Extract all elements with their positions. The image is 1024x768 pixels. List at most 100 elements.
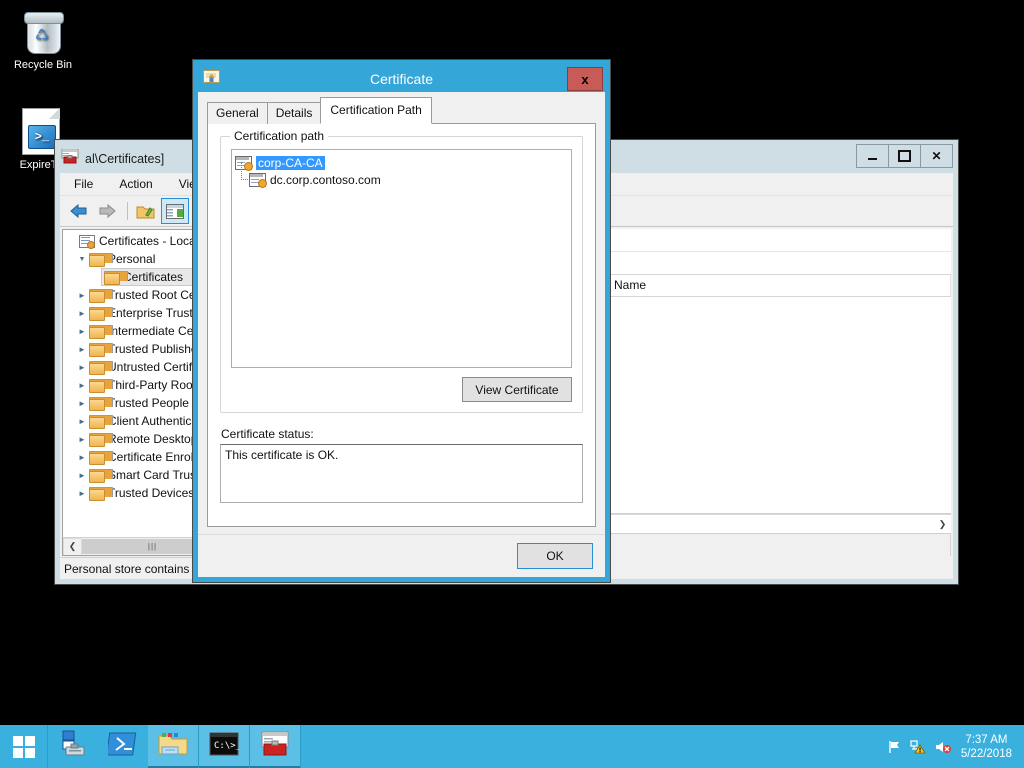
tree-expander[interactable]: ► (75, 363, 89, 372)
folder-icon (104, 271, 119, 283)
path-node-label: corp-CA-CA (256, 156, 325, 170)
tab-certification-path[interactable]: Certification Path (320, 97, 431, 124)
server-manager-icon (58, 730, 88, 763)
toolbar-separator (127, 202, 128, 220)
menu-file[interactable]: File (70, 175, 97, 193)
tree-expander[interactable]: ► (75, 417, 89, 426)
close-icon[interactable]: x (567, 67, 603, 91)
system-tray: 7:37 AM 5/22/2018 (883, 725, 1024, 768)
certificate-icon (203, 70, 220, 90)
speaker-muted-icon[interactable] (931, 739, 955, 755)
certification-path-tab-page: Certification path corp-CA-CA (207, 123, 596, 527)
tree-expander[interactable]: ► (75, 471, 89, 480)
scroll-left-arrow[interactable]: ❮ (63, 538, 82, 556)
folder-icon (89, 379, 104, 391)
tab-general[interactable]: General (207, 102, 268, 124)
tree-expander[interactable]: ► (75, 345, 89, 354)
network-warning-icon[interactable] (907, 739, 931, 755)
folder-explorer-icon (157, 731, 189, 763)
mmc-minimize-button[interactable] (856, 144, 889, 168)
folder-icon (89, 451, 104, 463)
tree-item-label: Certificate Enrollm (108, 450, 206, 464)
dialog-footer: OK (198, 534, 605, 577)
tree-item-label: Smart Card Trust (108, 468, 199, 482)
path-node-root[interactable]: corp-CA-CA (235, 154, 568, 171)
mmc-console-icon (61, 149, 79, 170)
certification-path-group: Certification path corp-CA-CA (220, 136, 583, 413)
powershell-icon (108, 731, 138, 762)
tree-item-label: Trusted Root Cer (108, 288, 200, 302)
folder-icon (89, 307, 104, 319)
windows-logo-icon (13, 736, 35, 758)
tree-expander[interactable]: ► (75, 327, 89, 336)
taskbar-powershell[interactable] (98, 725, 148, 768)
mmc-maximize-button[interactable] (888, 144, 921, 168)
tree-item-label: Trusted People (108, 396, 189, 410)
tree-item-label: Intermediate Cer (108, 324, 197, 338)
tab-details[interactable]: Details (267, 102, 322, 124)
tree-item-label: Client Authentica (108, 414, 198, 428)
tree-expander[interactable]: ► (75, 291, 89, 300)
taskbar-server-manager[interactable] (48, 725, 98, 768)
tree-item-label: Untrusted Certifi (108, 360, 195, 374)
desktop-icon-label: Recycle Bin (4, 59, 82, 72)
dialog-tab-strip: General Details Certification Path (207, 102, 596, 124)
clock-date: 5/22/2018 (961, 747, 1012, 761)
taskbar-mmc-console[interactable] (250, 725, 301, 768)
menu-action[interactable]: Action (115, 175, 156, 193)
recycle-bin-icon: ♺ (4, 8, 82, 56)
desktop: ♺ Recycle Bin >_ ExpireTe (0, 0, 1024, 768)
taskbar-file-explorer[interactable] (148, 725, 199, 768)
tree-item-label: Trusted Devices (108, 486, 194, 500)
ok-button[interactable]: OK (517, 543, 593, 569)
tree-expander[interactable]: ► (75, 453, 89, 462)
list-scroll-right-arrow[interactable]: ❯ (934, 515, 951, 533)
folder-icon (89, 469, 104, 481)
dialog-title-bar[interactable]: Certificate x (198, 65, 605, 92)
command-prompt-icon: C:\>_ (209, 732, 239, 762)
folder-icon (89, 325, 104, 337)
back-arrow-icon[interactable] (66, 199, 92, 223)
start-button[interactable] (0, 725, 48, 768)
tree-item-label: Third-Party Root (108, 378, 196, 392)
show-tree-icon[interactable] (161, 198, 189, 224)
certificate-status-text: This certificate is OK. (225, 448, 338, 462)
tree-expander[interactable]: ► (75, 399, 89, 408)
tree-expander[interactable]: ► (75, 381, 89, 390)
tree-item-label: Remote Desktop (108, 432, 197, 446)
certificate-status-label: Certificate status: (221, 427, 583, 441)
tree-expander[interactable]: ► (75, 309, 89, 318)
folder-up-icon[interactable] (133, 199, 159, 223)
tree-expander[interactable]: ► (75, 435, 89, 444)
tree-expander-expanded[interactable]: ▼ (75, 256, 89, 263)
folder-icon (89, 397, 104, 409)
cell-friendly-name: <None> (562, 297, 951, 317)
tree-expander[interactable]: ► (75, 489, 89, 498)
taskbar-command-prompt[interactable]: C:\>_ (199, 725, 250, 768)
folder-icon (89, 253, 104, 265)
folder-icon (89, 487, 104, 499)
cert-store-icon (79, 235, 95, 248)
tree-item-label: Trusted Publisher (108, 342, 202, 356)
flag-icon[interactable] (883, 739, 907, 755)
folder-icon (89, 433, 104, 445)
taskbar: C:\>_ (0, 725, 1024, 768)
column-header-friendly-name[interactable]: Friendly Name (562, 275, 951, 296)
tree-item-label: Personal (108, 252, 155, 266)
clock[interactable]: 7:37 AM 5/22/2018 (955, 733, 1016, 761)
path-node-label: dc.corp.contoso.com (270, 173, 381, 187)
mmc-window-buttons: ✕ (857, 144, 953, 168)
desktop-icon-recycle-bin[interactable]: ♺ Recycle Bin (4, 8, 82, 72)
certification-path-group-label: Certification path (230, 129, 328, 143)
mmc-toolbox-icon (259, 731, 291, 763)
path-node-leaf[interactable]: dc.corp.contoso.com (235, 171, 568, 188)
certificate-dialog: Certificate x General Details Certificat… (193, 60, 610, 582)
certification-path-tree[interactable]: corp-CA-CA dc.corp.contoso.com (231, 149, 572, 368)
tree-item-label: Enterprise Trust (108, 306, 193, 320)
view-certificate-button[interactable]: View Certificate (462, 377, 572, 402)
folder-icon (89, 289, 104, 301)
dialog-title-text: Certificate (370, 71, 433, 87)
mmc-close-button[interactable]: ✕ (920, 144, 953, 168)
certificate-node-icon (249, 173, 266, 186)
forward-arrow-icon[interactable] (94, 199, 120, 223)
